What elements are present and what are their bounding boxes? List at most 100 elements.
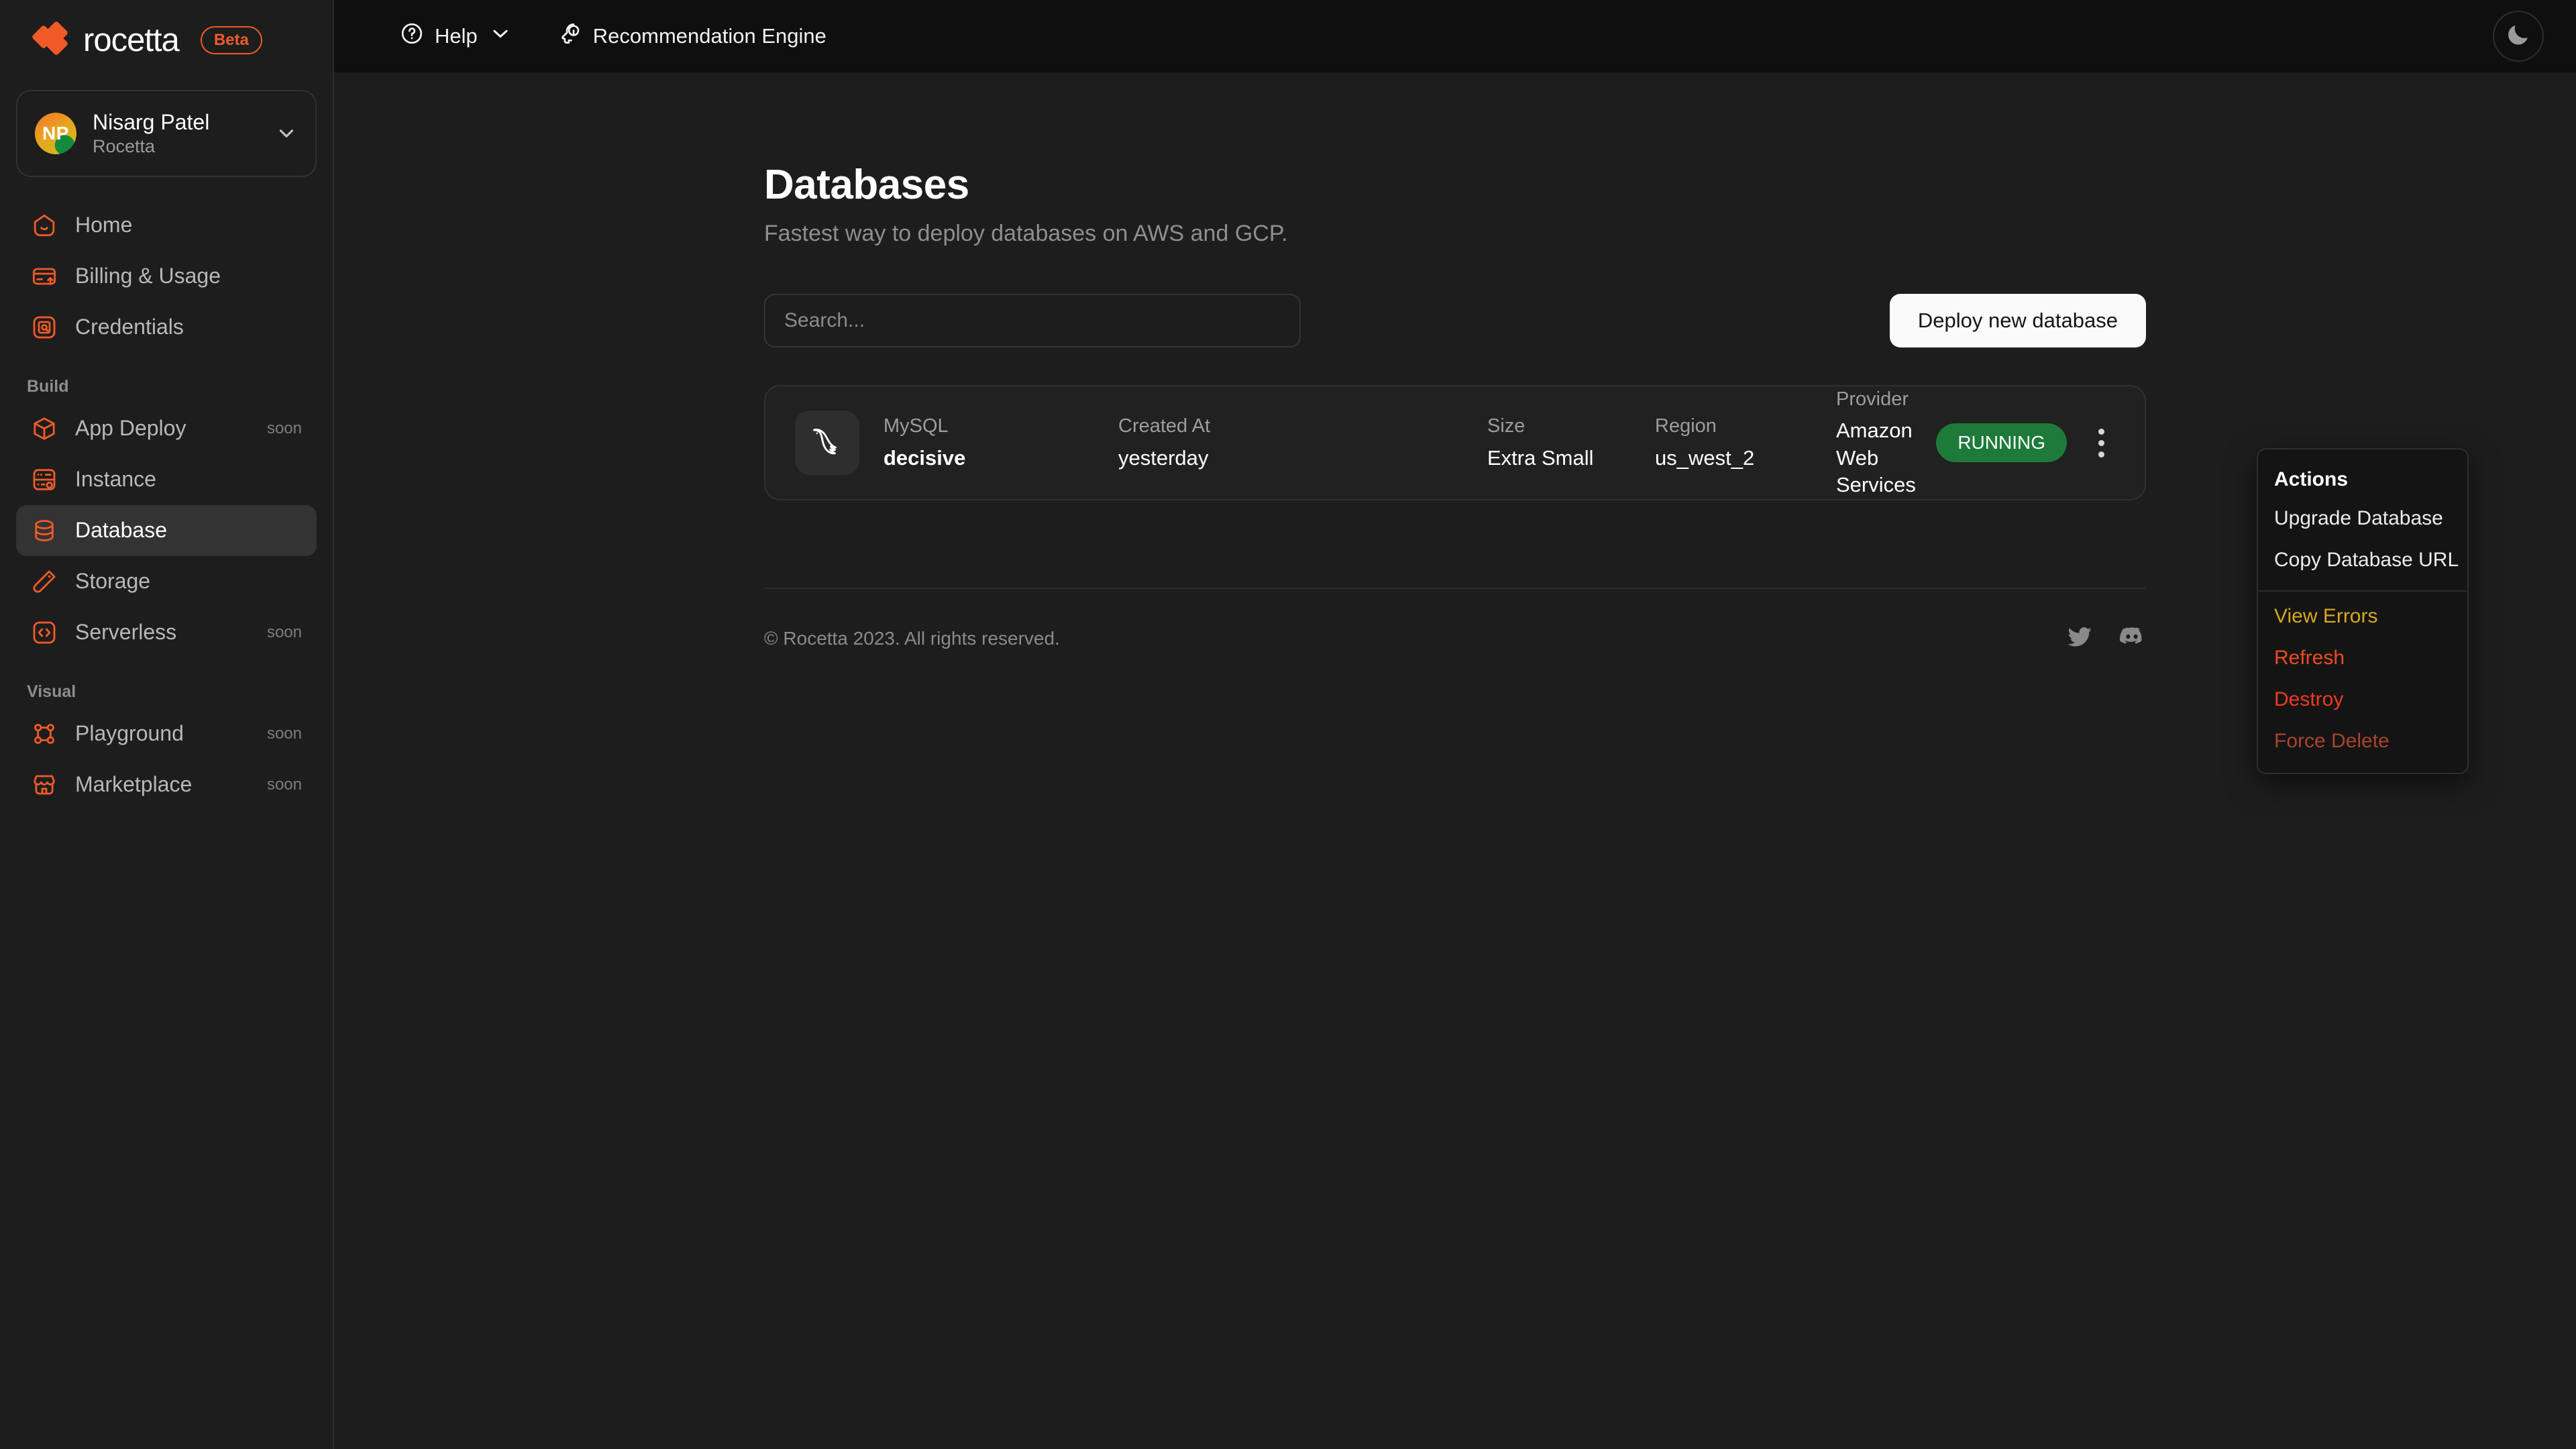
content-area: Databases Fastest way to deploy database… — [334, 72, 2576, 1449]
sidebar-item-marketplace[interactable]: Marketplace soon — [16, 759, 317, 810]
sidebar-nav: Home Billing & Usage Credentials Build A… — [0, 200, 333, 810]
sidebar: rocetta Beta NP Nisarg Patel Rocetta Hom… — [0, 0, 334, 1449]
deploy-new-database-button[interactable]: Deploy new database — [1889, 294, 2146, 347]
storage-icon — [31, 568, 58, 595]
brain-head-icon — [558, 21, 582, 51]
sidebar-item-label: Playground — [75, 721, 184, 746]
engine-label: MySQL — [883, 415, 949, 437]
marketplace-icon — [31, 771, 58, 798]
copyright-text: © Rocetta 2023. All rights reserved. — [764, 627, 1060, 649]
brand-name: rocetta — [83, 22, 180, 58]
status-badge: RUNNING — [1936, 423, 2067, 462]
toolbar: Deploy new database — [764, 294, 2146, 347]
column-value: Extra Small — [1487, 445, 1594, 470]
code-icon — [31, 619, 58, 646]
theme-toggle-button[interactable] — [2493, 11, 2544, 62]
question-mark-icon — [400, 21, 424, 51]
database-name: decisive — [883, 445, 966, 470]
sidebar-item-label: Instance — [75, 467, 156, 492]
column-label: Created At — [1118, 415, 1211, 437]
account-name: Nisarg Patel — [93, 110, 210, 134]
server-icon — [31, 466, 58, 493]
app-root: rocetta Beta NP Nisarg Patel Rocetta Hom… — [0, 0, 2576, 1449]
discord-icon[interactable] — [2118, 623, 2146, 654]
recommendation-engine-button[interactable]: Recommendation Engine — [541, 12, 844, 60]
account-text: Nisarg Patel Rocetta — [93, 109, 259, 158]
soon-badge: soon — [266, 419, 302, 437]
sidebar-item-label: Billing & Usage — [75, 264, 221, 288]
moon-icon — [2505, 21, 2532, 52]
sidebar-item-credentials[interactable]: Credentials — [16, 302, 317, 353]
actions-menu-heading: Actions — [2274, 468, 2349, 490]
column-value: Amazon Web Services — [1836, 419, 1916, 496]
footer: © Rocetta 2023. All rights reserved. — [764, 589, 2146, 654]
sidebar-group-build-label: Build — [27, 376, 69, 396]
sidebar-item-storage[interactable]: Storage — [16, 556, 317, 607]
page-title: Databases — [764, 162, 969, 208]
beta-badge: Beta — [200, 26, 262, 54]
recommendation-engine-label: Recommendation Engine — [592, 24, 826, 48]
row-actions-kebab-icon[interactable] — [2084, 423, 2118, 463]
sidebar-item-label: App Deploy — [75, 416, 186, 441]
sidebar-item-home[interactable]: Home — [16, 200, 317, 251]
sidebar-group-visual-label: Visual — [27, 682, 76, 701]
soon-badge: soon — [266, 724, 302, 743]
avatar: NP — [35, 112, 76, 154]
database-icon — [31, 517, 58, 544]
databases-page: Databases Fastest way to deploy database… — [764, 72, 2146, 654]
sidebar-item-database[interactable]: Database — [16, 504, 317, 556]
sidebar-item-serverless[interactable]: Serverless soon — [16, 607, 317, 658]
sidebar-item-label: Home — [75, 213, 133, 237]
column-label: Size — [1487, 415, 1525, 437]
menu-item-upgrade-database[interactable]: Upgrade Database — [2258, 498, 2467, 539]
playground-icon — [31, 720, 58, 747]
account-org: Rocetta — [93, 136, 156, 156]
sidebar-item-app-deploy[interactable]: App Deploy soon — [16, 403, 317, 454]
sidebar-item-label: Marketplace — [75, 772, 193, 797]
database-name-cell: MySQL decisive — [883, 414, 1118, 472]
sidebar-item-label: Serverless — [75, 620, 177, 645]
created-at-cell: Created At yesterday — [1118, 414, 1487, 472]
soon-badge: soon — [266, 623, 302, 641]
sidebar-item-label: Database — [75, 518, 167, 543]
billing-icon — [31, 263, 58, 290]
brand-logo[interactable]: rocetta Beta — [0, 0, 333, 79]
menu-item-view-errors[interactable]: View Errors — [2258, 596, 2467, 637]
footer-social-icons — [2065, 623, 2146, 654]
sidebar-item-billing-usage[interactable]: Billing & Usage — [16, 251, 317, 302]
actions-dropdown-menu: Actions Upgrade Database Copy Database U… — [2257, 448, 2469, 774]
credentials-icon — [31, 314, 58, 341]
search-input[interactable] — [764, 294, 1301, 347]
column-value: us_west_2 — [1655, 445, 1755, 470]
page-subtitle: Fastest way to deploy databases on AWS a… — [764, 221, 1288, 246]
main-region: Help Recommendation Engine Databases Fas… — [334, 0, 2576, 1449]
twitter-icon[interactable] — [2065, 623, 2094, 654]
provider-cell: Provider Amazon Web Services — [1836, 387, 1936, 499]
package-icon — [31, 415, 58, 442]
region-cell: Region us_west_2 — [1655, 414, 1836, 472]
home-icon — [31, 212, 58, 239]
menu-item-destroy[interactable]: Destroy — [2258, 679, 2467, 720]
menu-item-refresh[interactable]: Refresh — [2258, 637, 2467, 679]
menu-item-force-delete[interactable]: Force Delete — [2258, 720, 2467, 762]
column-label: Region — [1655, 415, 1717, 437]
sidebar-item-label: Credentials — [75, 315, 184, 339]
help-menu-button[interactable]: Help — [382, 12, 530, 60]
column-label: Provider — [1836, 388, 1909, 410]
chevron-down-icon — [488, 21, 513, 51]
account-switcher[interactable]: NP Nisarg Patel Rocetta — [16, 90, 317, 177]
soon-badge: soon — [266, 775, 302, 794]
sidebar-item-label: Storage — [75, 569, 151, 594]
sidebar-item-playground[interactable]: Playground soon — [16, 708, 317, 759]
menu-divider — [2258, 590, 2467, 592]
size-cell: Size Extra Small — [1487, 414, 1655, 472]
column-value: yesterday — [1118, 445, 1209, 470]
rocetta-logo-icon — [31, 20, 71, 56]
database-row[interactable]: MySQL decisive Created At yesterday Size… — [764, 385, 2146, 500]
mysql-dolphin-icon — [795, 411, 859, 475]
help-label: Help — [435, 24, 478, 48]
chevron-down-icon — [275, 122, 298, 145]
sidebar-item-instance[interactable]: Instance — [16, 454, 317, 505]
topbar: Help Recommendation Engine — [334, 0, 2576, 72]
menu-item-copy-database-url[interactable]: Copy Database URL — [2258, 539, 2467, 581]
